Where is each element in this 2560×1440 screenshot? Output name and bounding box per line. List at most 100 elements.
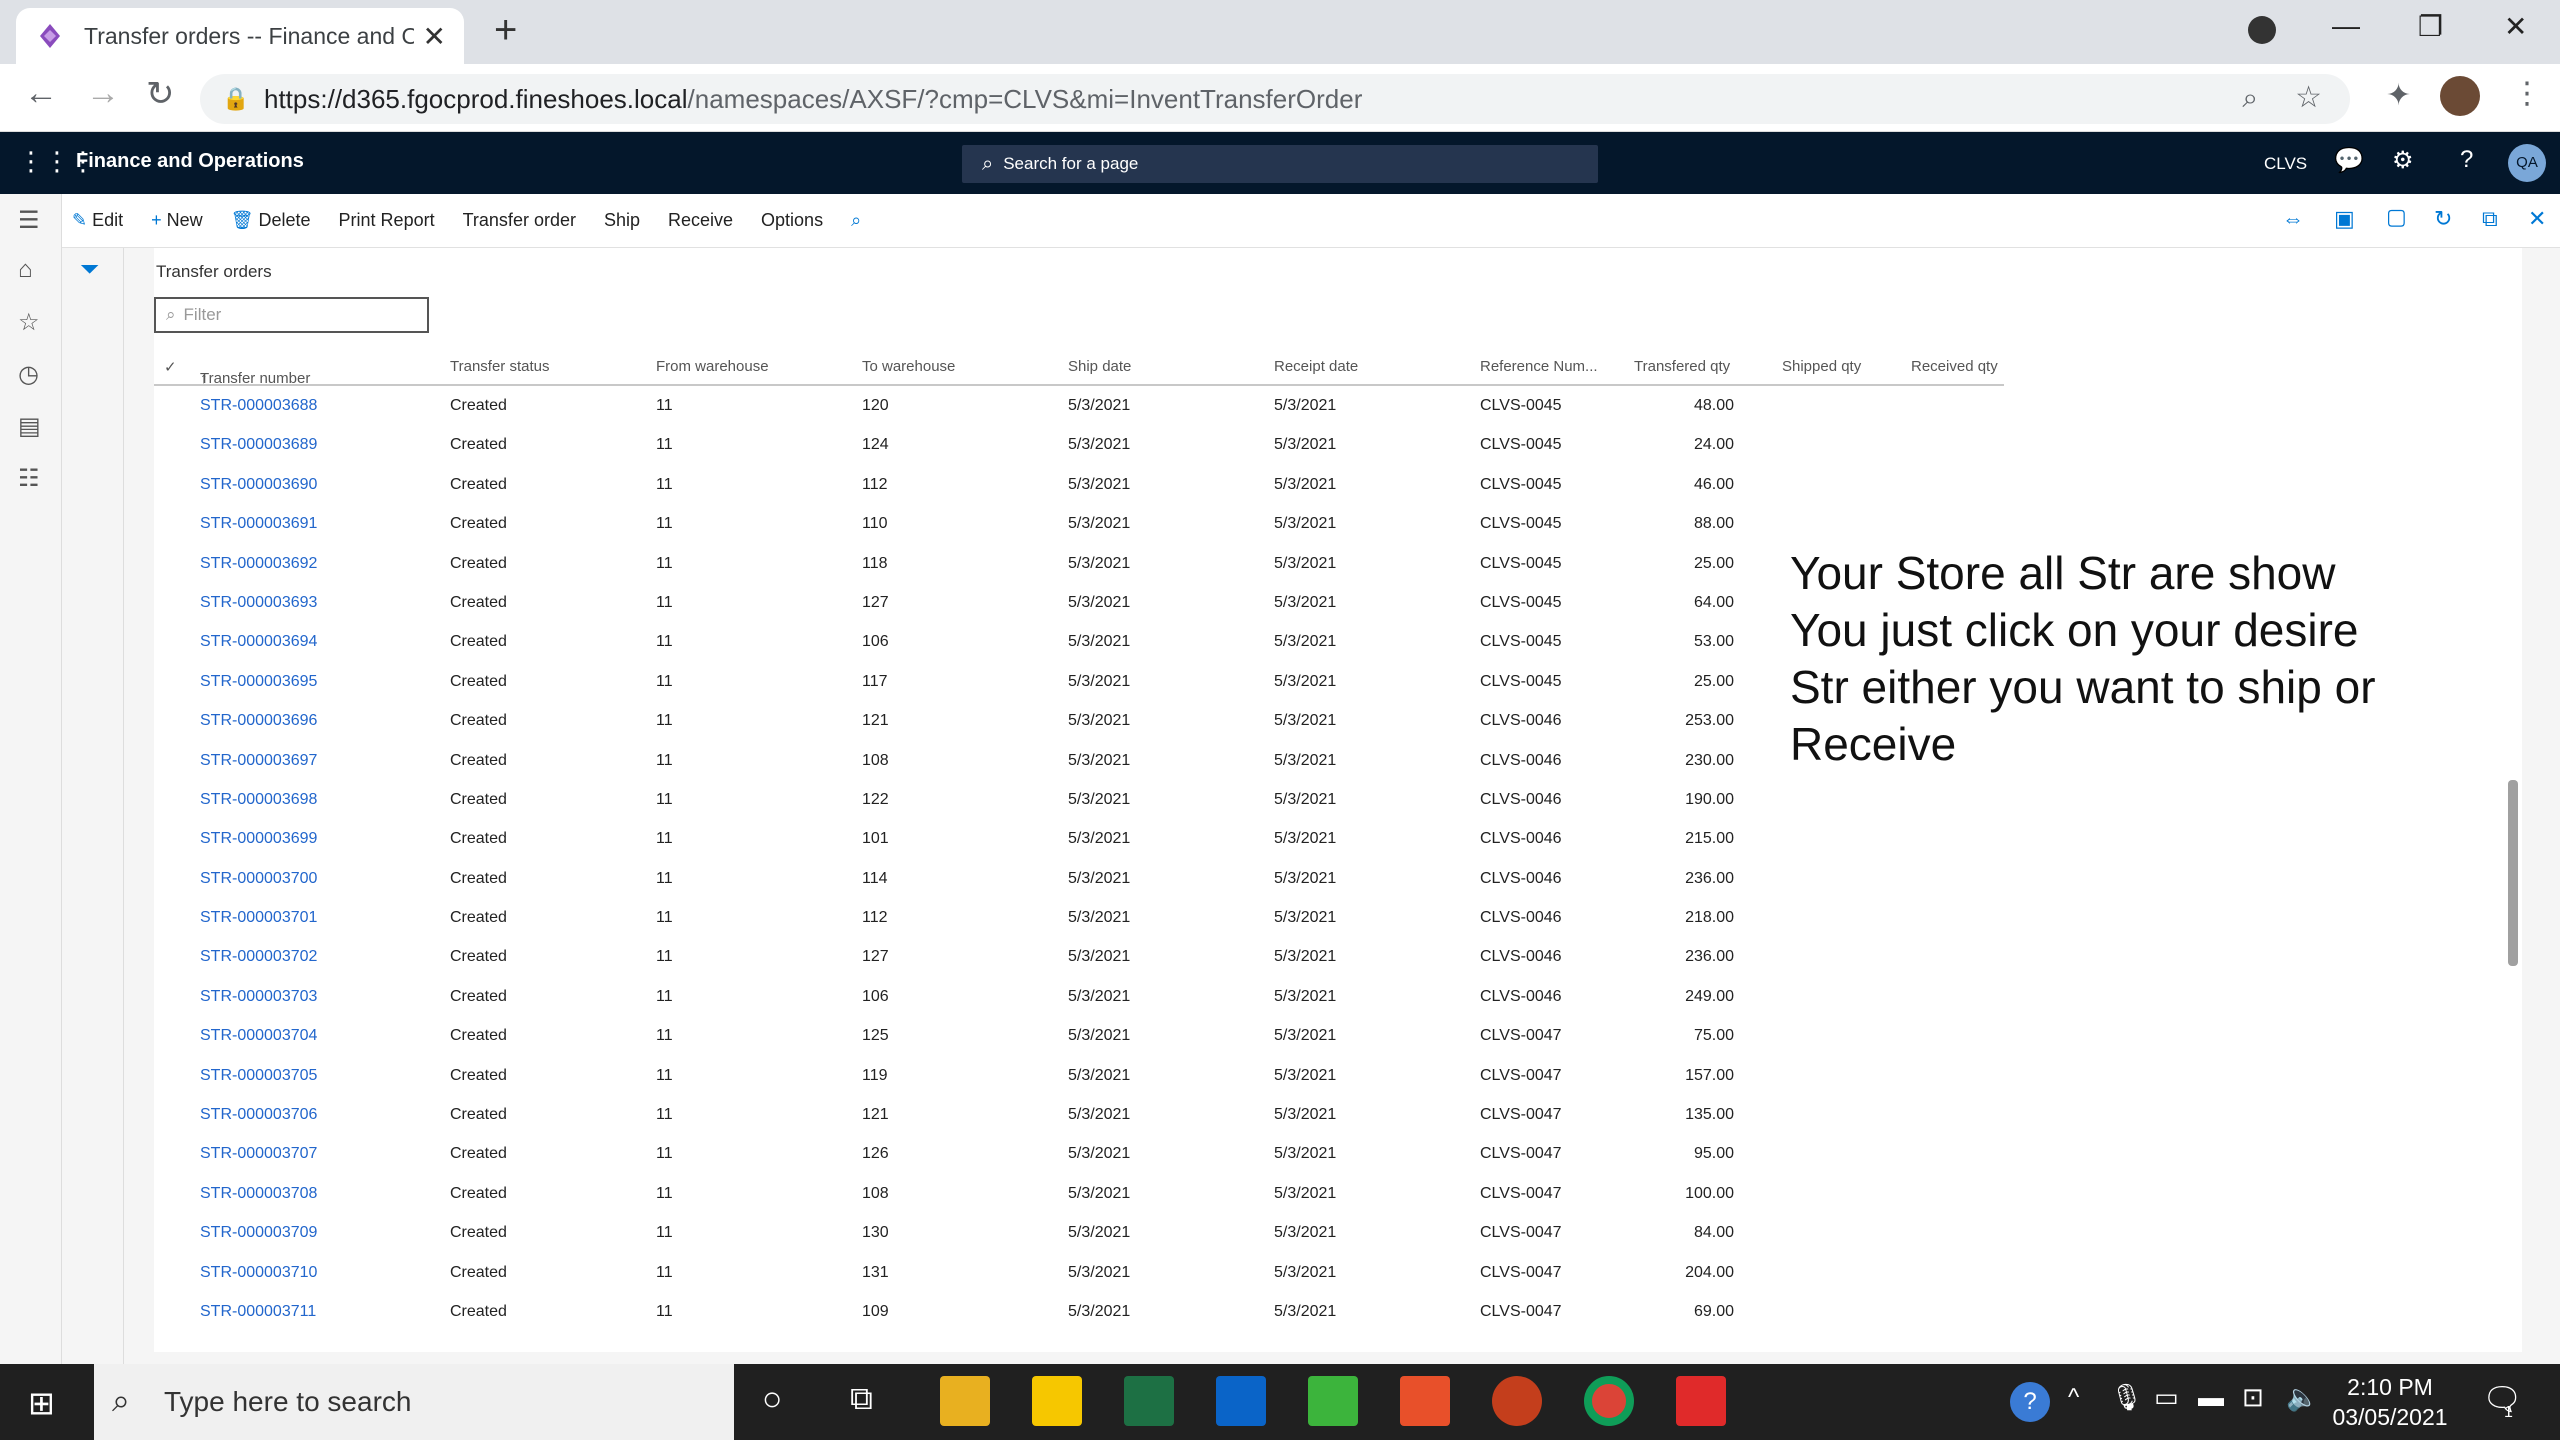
table-row[interactable]: STR-000003690 Created 11 112 5/3/2021 5/3/202… <box>154 465 2004 504</box>
minimize-icon[interactable]: — <box>2332 10 2360 42</box>
windows-start-icon[interactable]: ⊞ <box>28 1384 55 1422</box>
url-field[interactable]: 🔒 https://d365.fgocprod.fineshoes.local /… <box>200 74 2350 124</box>
more-menu-icon[interactable]: ⋮ <box>2512 76 2542 111</box>
column-header-receipt-date[interactable]: Receipt date <box>1274 358 1358 375</box>
transfer-number-link[interactable]: STR-000003706 <box>200 1106 317 1124</box>
show-hidden-icons-chevron-icon[interactable]: ^ <box>2068 1384 2079 1412</box>
table-row[interactable]: STR-000003692 Created 11 118 5/3/2021 5/3/202… <box>154 544 2004 583</box>
system-clock[interactable]: 2:10 PM 03/05/2021 <box>2330 1372 2450 1432</box>
chrome-icon[interactable] <box>1584 1376 1634 1426</box>
table-row[interactable]: STR-000003695 Created 11 117 5/3/2021 5/3/202… <box>154 662 2004 701</box>
transfer-number-link[interactable]: STR-000003710 <box>200 1264 317 1282</box>
new-button[interactable]: + New <box>151 210 203 231</box>
transfer-number-link[interactable]: STR-000003694 <box>200 633 317 651</box>
extensions-icon[interactable]: ✦ <box>2386 78 2411 113</box>
table-row[interactable]: STR-000003701 Created 11 112 5/3/2021 5/3/202… <box>154 898 2004 937</box>
transfer-number-link[interactable]: STR-000003691 <box>200 515 317 533</box>
home-icon[interactable]: ⌂ <box>18 256 33 284</box>
close-window-icon[interactable]: ✕ <box>2504 10 2527 43</box>
hamburger-menu-icon[interactable]: ☰ <box>18 206 40 235</box>
table-row[interactable]: STR-000003706 Created 11 121 5/3/2021 5/3/202… <box>154 1095 2004 1134</box>
table-row[interactable]: STR-000003708 Created 11 108 5/3/2021 5/3/202… <box>154 1174 2004 1213</box>
column-header-transfered-qty[interactable]: Transfered qty <box>1634 358 1730 375</box>
ship-tab[interactable]: Ship <box>604 210 640 231</box>
transfer-number-link[interactable]: STR-000003701 <box>200 909 317 927</box>
camtasia-green-icon[interactable] <box>1308 1376 1358 1426</box>
transfer-number-link[interactable]: STR-000003700 <box>200 870 317 888</box>
sticky-notes-icon[interactable] <box>1032 1376 1082 1426</box>
table-row[interactable]: STR-000003688 Created 11 120 5/3/2021 5/3/202… <box>154 386 2004 425</box>
transfer-number-link[interactable]: STR-000003702 <box>200 948 317 966</box>
action-center-icon[interactable]: 🗨 <box>2482 1380 2523 1418</box>
reload-icon[interactable]: ↻ <box>146 74 175 114</box>
powerpoint-icon[interactable] <box>1492 1376 1542 1426</box>
back-icon[interactable]: ← <box>24 74 58 113</box>
transfer-number-link[interactable]: STR-000003692 <box>200 555 317 573</box>
transfer-number-link[interactable]: STR-000003688 <box>200 397 317 415</box>
microphone-icon[interactable]: 🎙 <box>2110 1382 2143 1413</box>
attachments-icon[interactable]: ▢ <box>2386 204 2407 230</box>
table-row[interactable]: STR-000003704 Created 11 125 5/3/2021 5/3/202… <box>154 1016 2004 1055</box>
transfer-number-link[interactable]: STR-000003693 <box>200 594 317 612</box>
column-header-ship-date[interactable]: Ship date <box>1068 358 1131 375</box>
zoom-icon[interactable]: ⌕ <box>2242 82 2258 115</box>
avatar[interactable]: QA <box>2508 144 2546 182</box>
action-search-icon[interactable]: ⌕ <box>851 210 861 231</box>
transfer-number-link[interactable]: STR-000003697 <box>200 752 317 770</box>
page-search-box[interactable]: ⌕ Search for a page <box>962 145 1598 183</box>
workspaces-icon[interactable]: ▤ <box>18 412 41 441</box>
recent-clock-icon[interactable]: ◷ <box>18 360 39 389</box>
delete-button[interactable]: 🗑 Delete <box>231 210 311 231</box>
column-header-shipped-qty[interactable]: Shipped qty <box>1782 358 1861 375</box>
table-row[interactable]: STR-000003698 Created 11 122 5/3/2021 5/3/202… <box>154 780 2004 819</box>
transfer-number-link[interactable]: STR-000003690 <box>200 476 317 494</box>
help-icon[interactable]: ? <box>2460 146 2473 174</box>
column-header-transfer-status[interactable]: Transfer status <box>450 358 549 375</box>
filter-funnel-icon[interactable]: ⏷ <box>80 256 99 284</box>
notifications-icon[interactable]: 💬 <box>2334 146 2364 175</box>
table-row[interactable]: STR-000003707 Created 11 126 5/3/2021 5/3/202… <box>154 1134 2004 1173</box>
table-row[interactable]: STR-000003696 Created 11 121 5/3/2021 5/3/202… <box>154 701 2004 740</box>
refresh-icon[interactable]: ↻ <box>2434 206 2452 232</box>
transfer-number-link[interactable]: STR-000003696 <box>200 712 317 730</box>
excel-icon[interactable] <box>1124 1376 1174 1426</box>
table-row[interactable]: STR-000003709 Created 11 130 5/3/2021 5/3/202… <box>154 1213 2004 1252</box>
receive-tab[interactable]: Receive <box>668 210 733 231</box>
volume-icon[interactable]: 🔈 <box>2286 1382 2318 1413</box>
help-tray-icon[interactable]: ? <box>2010 1382 2050 1422</box>
cortana-icon[interactable]: ○ <box>762 1380 783 1419</box>
company-picker[interactable]: CLVS <box>2264 154 2307 174</box>
forward-icon[interactable]: → <box>86 74 120 113</box>
table-row[interactable]: STR-000003702 Created 11 127 5/3/2021 5/3/202… <box>154 937 2004 976</box>
table-row[interactable]: STR-000003691 Created 11 110 5/3/2021 5/3/202… <box>154 504 2004 543</box>
close-page-icon[interactable]: ✕ <box>2528 206 2546 232</box>
transfer-number-link[interactable]: STR-000003708 <box>200 1185 317 1203</box>
table-row[interactable]: STR-000003711 Created 11 109 5/3/2021 5/3/202… <box>154 1292 2004 1331</box>
edit-button[interactable]: ✎ Edit <box>72 210 123 231</box>
anydesk-icon[interactable] <box>1676 1376 1726 1426</box>
favorites-star-icon[interactable]: ☆ <box>18 308 40 337</box>
restore-icon[interactable]: ❐ <box>2418 10 2443 43</box>
select-all-checkbox-icon[interactable]: ✓ <box>164 358 177 376</box>
camtasia-orange-icon[interactable] <box>1400 1376 1450 1426</box>
network-icon[interactable]: ⊡ <box>2242 1382 2264 1413</box>
new-tab-icon[interactable]: + <box>494 8 517 53</box>
column-header-reference-number[interactable]: Reference Num... <box>1480 358 1598 375</box>
column-header-received-qty[interactable]: Received qty <box>1911 358 1998 375</box>
table-row[interactable]: STR-000003700 Created 11 114 5/3/2021 5/3/202… <box>154 859 2004 898</box>
outlook-icon[interactable] <box>1216 1376 1266 1426</box>
transfer-number-link[interactable]: STR-000003689 <box>200 436 317 454</box>
table-row[interactable]: STR-000003697 Created 11 108 5/3/2021 5/3/202… <box>154 741 2004 780</box>
table-row[interactable]: STR-000003705 Created 11 119 5/3/2021 5/3/202… <box>154 1056 2004 1095</box>
office-icon[interactable]: ▣ <box>2334 206 2355 232</box>
transfer-number-link[interactable]: STR-000003711 <box>200 1303 316 1321</box>
vertical-scrollbar[interactable] <box>2508 780 2518 966</box>
browser-tab[interactable]: Transfer orders -- Finance and Op ✕ <box>16 8 464 64</box>
modules-list-icon[interactable]: ☷ <box>18 464 40 493</box>
column-header-from-warehouse[interactable]: From warehouse <box>656 358 769 375</box>
column-header-to-warehouse[interactable]: To warehouse <box>862 358 955 375</box>
transfer-number-link[interactable]: STR-000003707 <box>200 1145 317 1163</box>
file-explorer-icon[interactable] <box>940 1376 990 1426</box>
transfer-number-link[interactable]: STR-000003709 <box>200 1224 317 1242</box>
display-icon[interactable]: ▭ <box>2154 1382 2179 1413</box>
